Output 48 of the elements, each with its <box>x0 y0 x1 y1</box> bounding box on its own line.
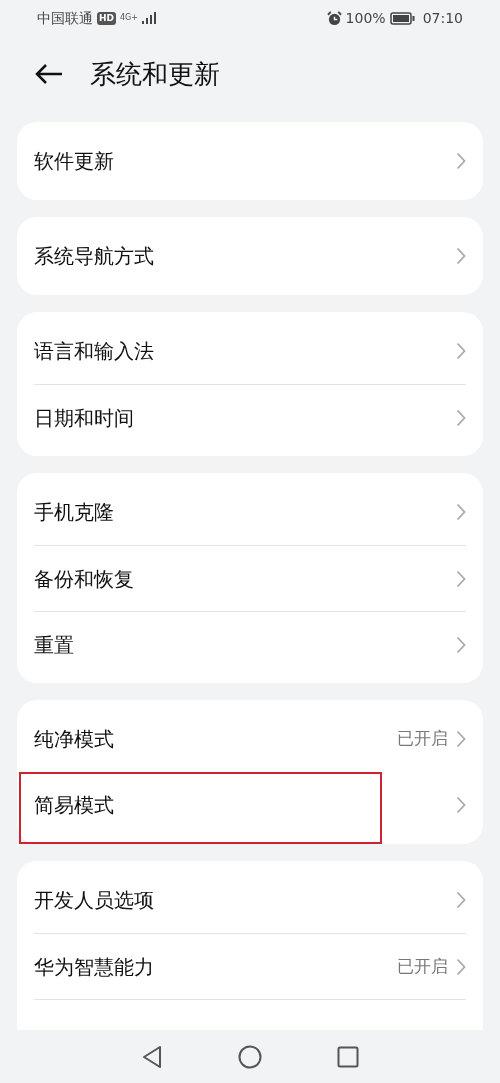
battery-icon <box>389 11 415 25</box>
settings-row[interactable]: 备份和恢复 <box>34 545 466 611</box>
chevron-icon <box>456 247 466 265</box>
chevron-icon <box>456 796 466 814</box>
recents-nav-icon[interactable] <box>337 1045 359 1068</box>
row-label: 软件更新 <box>34 148 115 175</box>
home-nav-icon[interactable] <box>238 1044 262 1069</box>
row-label: 开发人员选项 <box>34 887 155 914</box>
chevron-icon <box>456 503 466 521</box>
chevron-icon <box>456 408 466 427</box>
row-label: 重置 <box>34 631 75 659</box>
hd-badge: HD <box>97 11 116 25</box>
page-title: 系统和更新 <box>90 57 220 91</box>
settings-row[interactable]: 软件更新 <box>34 128 466 194</box>
settings-row[interactable]: 开发人员选项 <box>34 867 466 933</box>
settings-row[interactable]: 手机克隆 <box>34 479 466 545</box>
row-label: 手机克隆 <box>34 499 115 526</box>
row-label: 日期和时间 <box>34 404 135 432</box>
row-label: 备份和恢复 <box>34 565 135 593</box>
chevron-icon <box>456 957 466 976</box>
settings-row[interactable]: 日期和时间 <box>34 384 466 450</box>
chevron-icon <box>456 730 466 748</box>
chevron-icon <box>456 891 466 909</box>
back-icon[interactable] <box>34 63 64 85</box>
settings-row[interactable]: 简易模式 <box>34 772 466 838</box>
row-label: 语言和输入法 <box>34 338 155 365</box>
row-value: 已开启 <box>397 727 448 751</box>
chevron-icon <box>456 342 466 360</box>
row-label: 华为智慧能力 <box>34 953 155 981</box>
network-type: 4G+ <box>120 14 138 22</box>
signal-icon <box>142 12 156 24</box>
row-label: 简易模式 <box>34 792 115 819</box>
settings-row[interactable]: 重置 <box>34 611 466 677</box>
back-nav-icon[interactable] <box>141 1044 163 1069</box>
row-value: 已开启 <box>397 954 448 978</box>
row-label: 系统导航方式 <box>34 243 155 270</box>
clock-time: 07:10 <box>422 8 463 28</box>
row-label: 纯净模式 <box>34 726 115 753</box>
alarm-icon <box>326 10 342 26</box>
chevron-icon <box>456 569 466 588</box>
settings-row[interactable]: 语言和输入法 <box>34 318 466 384</box>
settings-row[interactable]: 系统导航方式 <box>34 223 466 289</box>
chevron-icon <box>456 635 466 654</box>
chevron-icon <box>456 152 466 170</box>
battery-percent: 100% <box>345 8 386 28</box>
carrier-name: 中国联通 <box>37 8 93 28</box>
settings-row[interactable]: 华为智慧能力 已开启 <box>34 933 466 999</box>
settings-row[interactable]: 纯净模式 已开启 <box>34 706 466 772</box>
